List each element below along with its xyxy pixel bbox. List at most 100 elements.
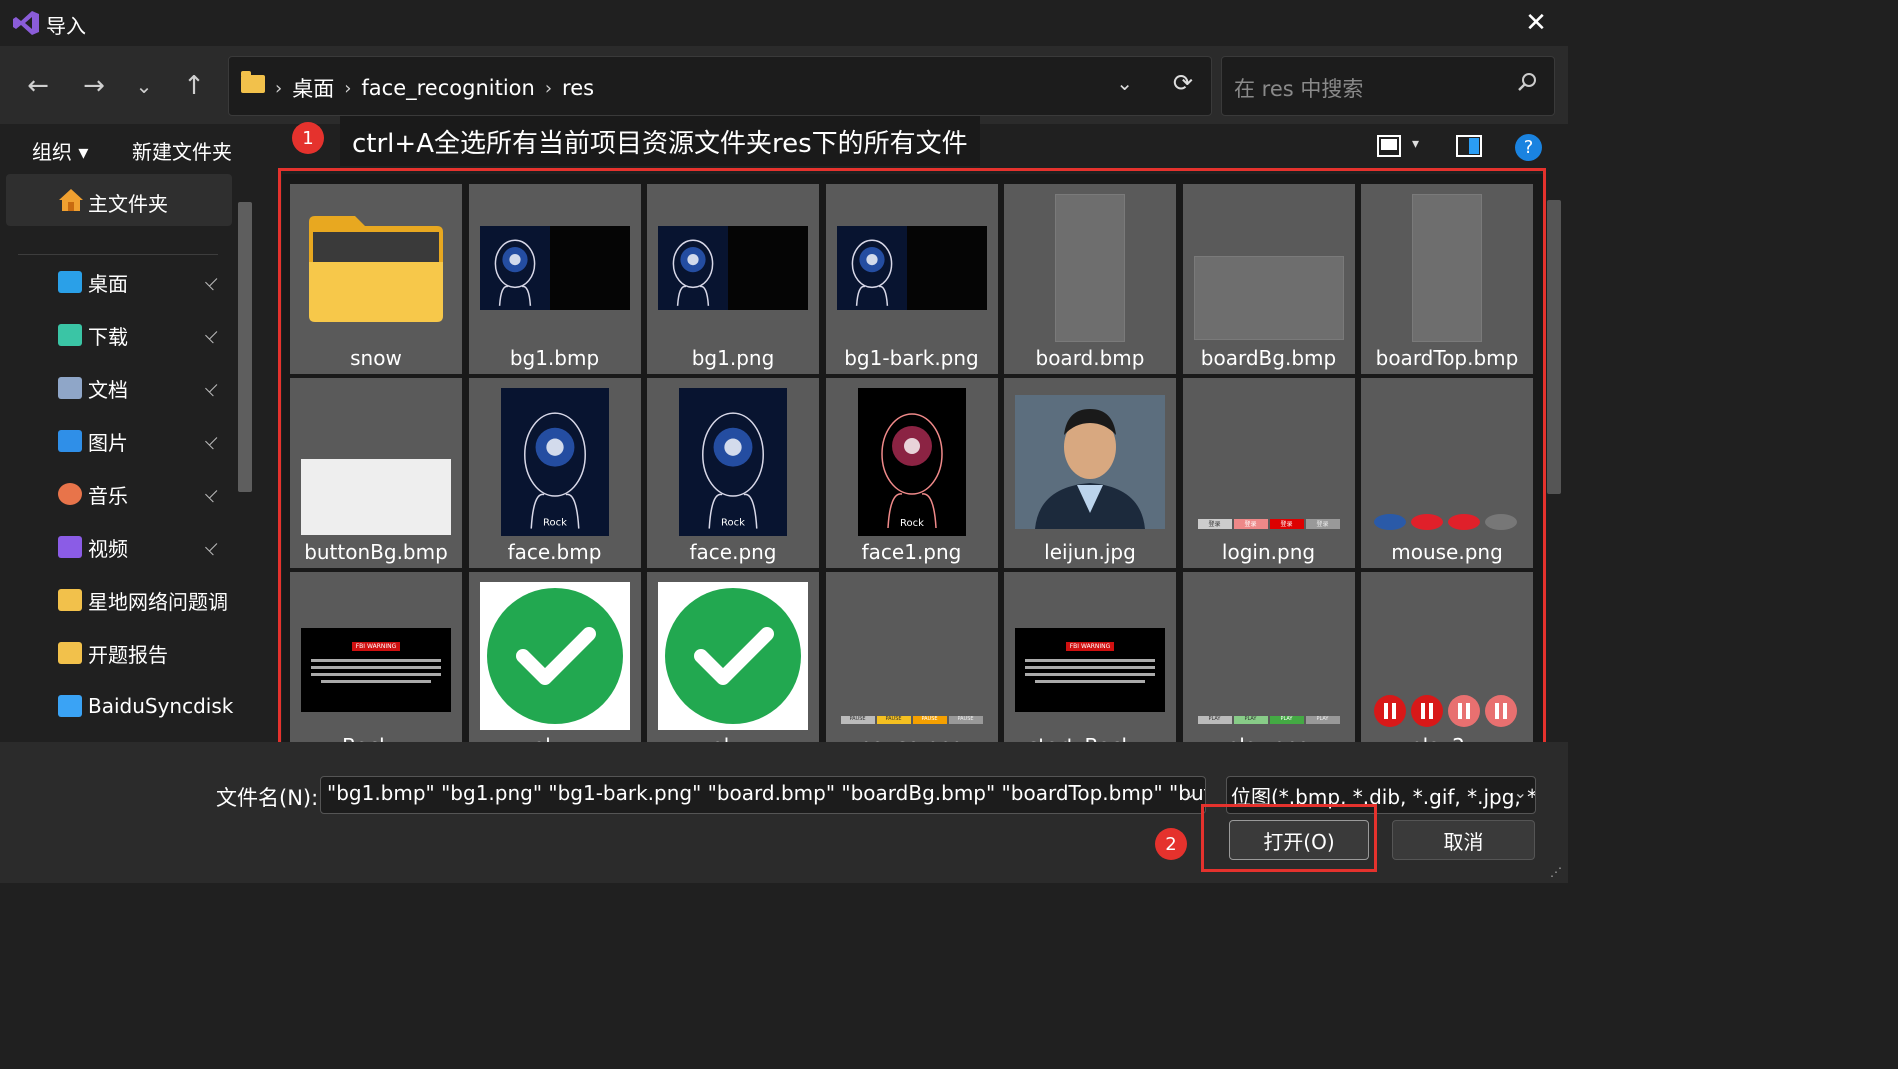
visual-studio-icon bbox=[13, 11, 39, 35]
file-thumbnail bbox=[1014, 388, 1166, 536]
resize-grip-icon[interactable]: ⋰ bbox=[1550, 865, 1562, 879]
sidebar-item-3[interactable]: 图片 ⊥ bbox=[0, 417, 240, 465]
filetype-value: 位图(*.bmp, *.dib, *.gif, *.jpg, * bbox=[1231, 785, 1536, 809]
window-title: 导入 bbox=[46, 14, 86, 38]
help-icon[interactable]: ? bbox=[1515, 134, 1542, 161]
sidebar-item-1[interactable]: 下载 ⊥ bbox=[0, 311, 240, 359]
file-item[interactable]: leijun.jpg bbox=[1004, 378, 1176, 568]
file-item[interactable]: mouse.png bbox=[1361, 378, 1533, 568]
file-item[interactable]: Rock face.png bbox=[647, 378, 819, 568]
file-item[interactable]: PLAY PLAY PLAY PLAY play.png bbox=[1182, 572, 1355, 742]
file-item[interactable]: boardBg.bmp bbox=[1182, 184, 1355, 374]
address-bar[interactable]: › 桌面 › face_recognition › res ⌄ ⟳ bbox=[228, 56, 1212, 116]
address-dropdown-icon[interactable]: ⌄ bbox=[1116, 71, 1133, 95]
pin-icon[interactable]: ⊥ bbox=[201, 376, 224, 399]
open-button[interactable]: 打开(O) bbox=[1229, 820, 1369, 860]
file-thumbnail: PLAY PLAY PLAY PLAY bbox=[1193, 582, 1345, 730]
file-thumbnail bbox=[1371, 582, 1523, 730]
file-name: bg1-bark.png bbox=[844, 346, 979, 370]
refresh-icon[interactable]: ⟳ bbox=[1173, 69, 1193, 97]
pin-icon[interactable]: ⊥ bbox=[201, 482, 224, 505]
file-name: buttonBg.bmp bbox=[304, 540, 448, 564]
sidebar-scrollbar[interactable] bbox=[238, 202, 252, 492]
file-item[interactable]: PAUSE PAUSE PAUSE PAUSE pause.png bbox=[825, 572, 998, 742]
sidebar-item-8[interactable]: BaiduSyncdisk bbox=[0, 682, 240, 730]
sidebar-item-5[interactable]: 视频 ⊥ bbox=[0, 523, 240, 571]
sidebar-item-label: 音乐 bbox=[88, 483, 128, 508]
file-thumbnail bbox=[479, 194, 631, 342]
filetype-select[interactable]: 位图(*.bmp, *.dib, *.gif, *.jpg, * ⌄ bbox=[1226, 776, 1536, 814]
file-item[interactable]: bg1-bark.png bbox=[825, 184, 998, 374]
file-thumbnail bbox=[1193, 194, 1345, 342]
sidebar-item-label: 主文件夹 bbox=[88, 192, 168, 216]
file-item[interactable]: FBI WARNING Back... bbox=[290, 572, 462, 742]
sidebar-item-home[interactable]: 主文件夹 bbox=[6, 174, 232, 226]
chevron-down-icon[interactable]: ⌄ bbox=[1184, 783, 1197, 802]
file-name: snow bbox=[350, 346, 402, 370]
search-icon[interactable] bbox=[1516, 71, 1538, 93]
file-item[interactable]: 登录 登录 登录 登录 login.png bbox=[1182, 378, 1355, 568]
back-button[interactable]: ← bbox=[20, 68, 56, 104]
file-item[interactable]: snow bbox=[290, 184, 462, 374]
view-options-caret-icon[interactable]: ▾ bbox=[1412, 136, 1419, 152]
up-button[interactable]: ↑ bbox=[176, 68, 212, 104]
preview-pane-icon[interactable] bbox=[1455, 132, 1483, 160]
svg-text:Rock: Rock bbox=[900, 518, 924, 529]
file-item[interactable]: board.bmp bbox=[1004, 184, 1176, 374]
forward-button[interactable]: → bbox=[76, 68, 112, 104]
close-button[interactable]: ✕ bbox=[1504, 0, 1568, 46]
file-item[interactable]: Rock face1.png bbox=[825, 378, 998, 568]
pin-icon[interactable]: ⊥ bbox=[201, 429, 224, 452]
file-thumbnail bbox=[300, 194, 452, 342]
file-item[interactable]: ok... bbox=[468, 572, 641, 742]
music-icon bbox=[58, 483, 82, 505]
svg-text:Rock: Rock bbox=[721, 518, 745, 529]
file-item[interactable]: bg1.bmp bbox=[468, 184, 641, 374]
file-thumbnail bbox=[657, 194, 809, 342]
file-thumbnail: 登录 登录 登录 登录 bbox=[1193, 388, 1345, 536]
sidebar-item-2[interactable]: 文档 ⊥ bbox=[0, 364, 240, 412]
sidebar-item-label: 文档 bbox=[88, 377, 128, 402]
content-scrollbar[interactable] bbox=[1547, 200, 1561, 494]
organize-button[interactable]: 组织 ▾ bbox=[32, 136, 88, 165]
file-grid: snow bg1.bmp bg1.png bg1-bark.png board.b… bbox=[282, 174, 1544, 742]
cancel-button[interactable]: 取消 bbox=[1392, 820, 1535, 860]
breadcrumb-item-face-recognition[interactable]: face_recognition bbox=[361, 76, 534, 100]
file-thumbnail: FBI WARNING bbox=[300, 582, 452, 730]
chevron-down-icon[interactable]: ⌄ bbox=[1514, 783, 1527, 802]
search-input[interactable]: 在 res 中搜索 bbox=[1234, 73, 1363, 103]
annotation-step-1-text: ctrl+A全选所有当前项目资源文件夹res下的所有文件 bbox=[340, 116, 980, 166]
new-folder-button[interactable]: 新建文件夹 bbox=[132, 136, 232, 165]
pin-icon[interactable]: ⊥ bbox=[201, 270, 224, 293]
file-item[interactable]: Rock face.bmp bbox=[468, 378, 641, 568]
breadcrumb: › 桌面 › face_recognition › res bbox=[275, 73, 594, 103]
chevron-right-icon: › bbox=[544, 77, 553, 99]
file-item[interactable]: FBI WARNING start_Back... bbox=[1004, 572, 1176, 742]
file-thumbnail bbox=[479, 582, 631, 730]
svg-text:Rock: Rock bbox=[543, 518, 567, 529]
file-item[interactable]: buttonBg.bmp bbox=[290, 378, 462, 568]
breadcrumb-item-res[interactable]: res bbox=[562, 76, 594, 100]
file-name: bg1.png bbox=[691, 346, 775, 370]
sidebar-item-4[interactable]: 音乐 ⊥ bbox=[0, 470, 240, 518]
file-item[interactable]: ok... bbox=[647, 572, 819, 742]
file-item[interactable]: boardTop.bmp bbox=[1361, 184, 1533, 374]
search-box[interactable]: 在 res 中搜索 bbox=[1221, 56, 1555, 116]
home-icon bbox=[59, 189, 83, 211]
sidebar-item-0[interactable]: 桌面 ⊥ bbox=[0, 258, 240, 306]
file-name: board.bmp bbox=[1035, 346, 1145, 370]
recent-locations-button[interactable]: ⌄ bbox=[126, 68, 162, 104]
file-thumbnail: PAUSE PAUSE PAUSE PAUSE bbox=[836, 582, 988, 730]
file-thumbnail bbox=[836, 194, 988, 342]
sidebar-item-6[interactable]: 星地网络问题调 bbox=[0, 576, 240, 624]
pin-icon[interactable]: ⊥ bbox=[201, 323, 224, 346]
filename-field[interactable]: "bg1.bmp" "bg1.png" "bg1-bark.png" "boar… bbox=[320, 776, 1206, 814]
file-item[interactable]: bg1.png bbox=[647, 184, 819, 374]
sidebar-item-7[interactable]: 开题报告 bbox=[0, 629, 240, 677]
layout-icon[interactable] bbox=[1376, 132, 1404, 160]
pin-icon[interactable]: ⊥ bbox=[201, 535, 224, 558]
sidebar-item-label: BaiduSyncdisk bbox=[88, 694, 234, 718]
file-name: face.png bbox=[689, 540, 777, 564]
breadcrumb-item-desktop[interactable]: 桌面 bbox=[292, 73, 334, 103]
file-item[interactable]: play2... bbox=[1361, 572, 1533, 742]
